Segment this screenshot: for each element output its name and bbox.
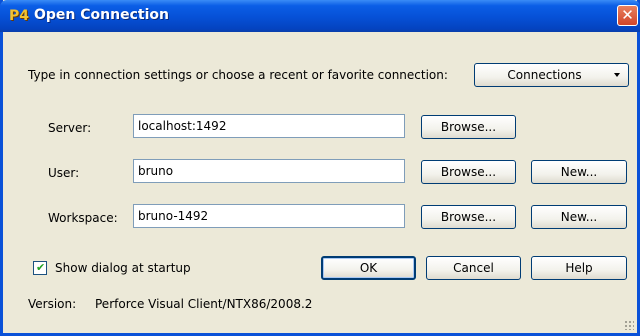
version-value: Perforce Visual Client/NTX86/2008.2 bbox=[95, 297, 313, 311]
workspace-new-button[interactable]: New... bbox=[531, 205, 627, 229]
dialog-title: Open Connection bbox=[34, 7, 169, 23]
perforce-app-icon: P4 bbox=[9, 8, 30, 24]
user-new-button[interactable]: New... bbox=[531, 160, 627, 184]
close-icon: ✕ bbox=[621, 6, 634, 24]
cancel-button[interactable]: Cancel bbox=[426, 256, 521, 280]
server-field[interactable]: localhost:1492 bbox=[133, 114, 405, 138]
connections-label: Connections bbox=[507, 68, 582, 82]
checkmark-icon: ✔ bbox=[36, 261, 46, 274]
connections-dropdown-button[interactable]: Connections bbox=[474, 63, 629, 87]
resize-grip[interactable] bbox=[624, 320, 634, 330]
user-browse-button[interactable]: Browse... bbox=[421, 160, 516, 184]
user-label: User: bbox=[48, 166, 80, 180]
show-at-startup-checkbox[interactable]: ✔ bbox=[33, 261, 47, 275]
workspace-label: Workspace: bbox=[48, 211, 118, 225]
ok-button[interactable]: OK bbox=[321, 256, 416, 280]
help-button[interactable]: Help bbox=[531, 256, 627, 280]
show-at-startup-label[interactable]: Show dialog at startup bbox=[55, 261, 191, 275]
workspace-field[interactable]: bruno-1492 bbox=[133, 204, 405, 228]
close-button[interactable]: ✕ bbox=[617, 5, 638, 26]
server-label: Server: bbox=[48, 121, 92, 135]
server-browse-button[interactable]: Browse... bbox=[421, 115, 516, 139]
intro-text: Type in connection settings or choose a … bbox=[28, 68, 448, 82]
title-bar: P4 Open Connection ✕ bbox=[0, 0, 640, 32]
user-field[interactable]: bruno bbox=[133, 159, 405, 183]
workspace-browse-button[interactable]: Browse... bbox=[421, 205, 516, 229]
open-connection-dialog: P4 Open Connection ✕ Type in connection … bbox=[0, 0, 640, 336]
chevron-down-icon bbox=[614, 73, 620, 77]
version-label: Version: bbox=[28, 297, 77, 311]
